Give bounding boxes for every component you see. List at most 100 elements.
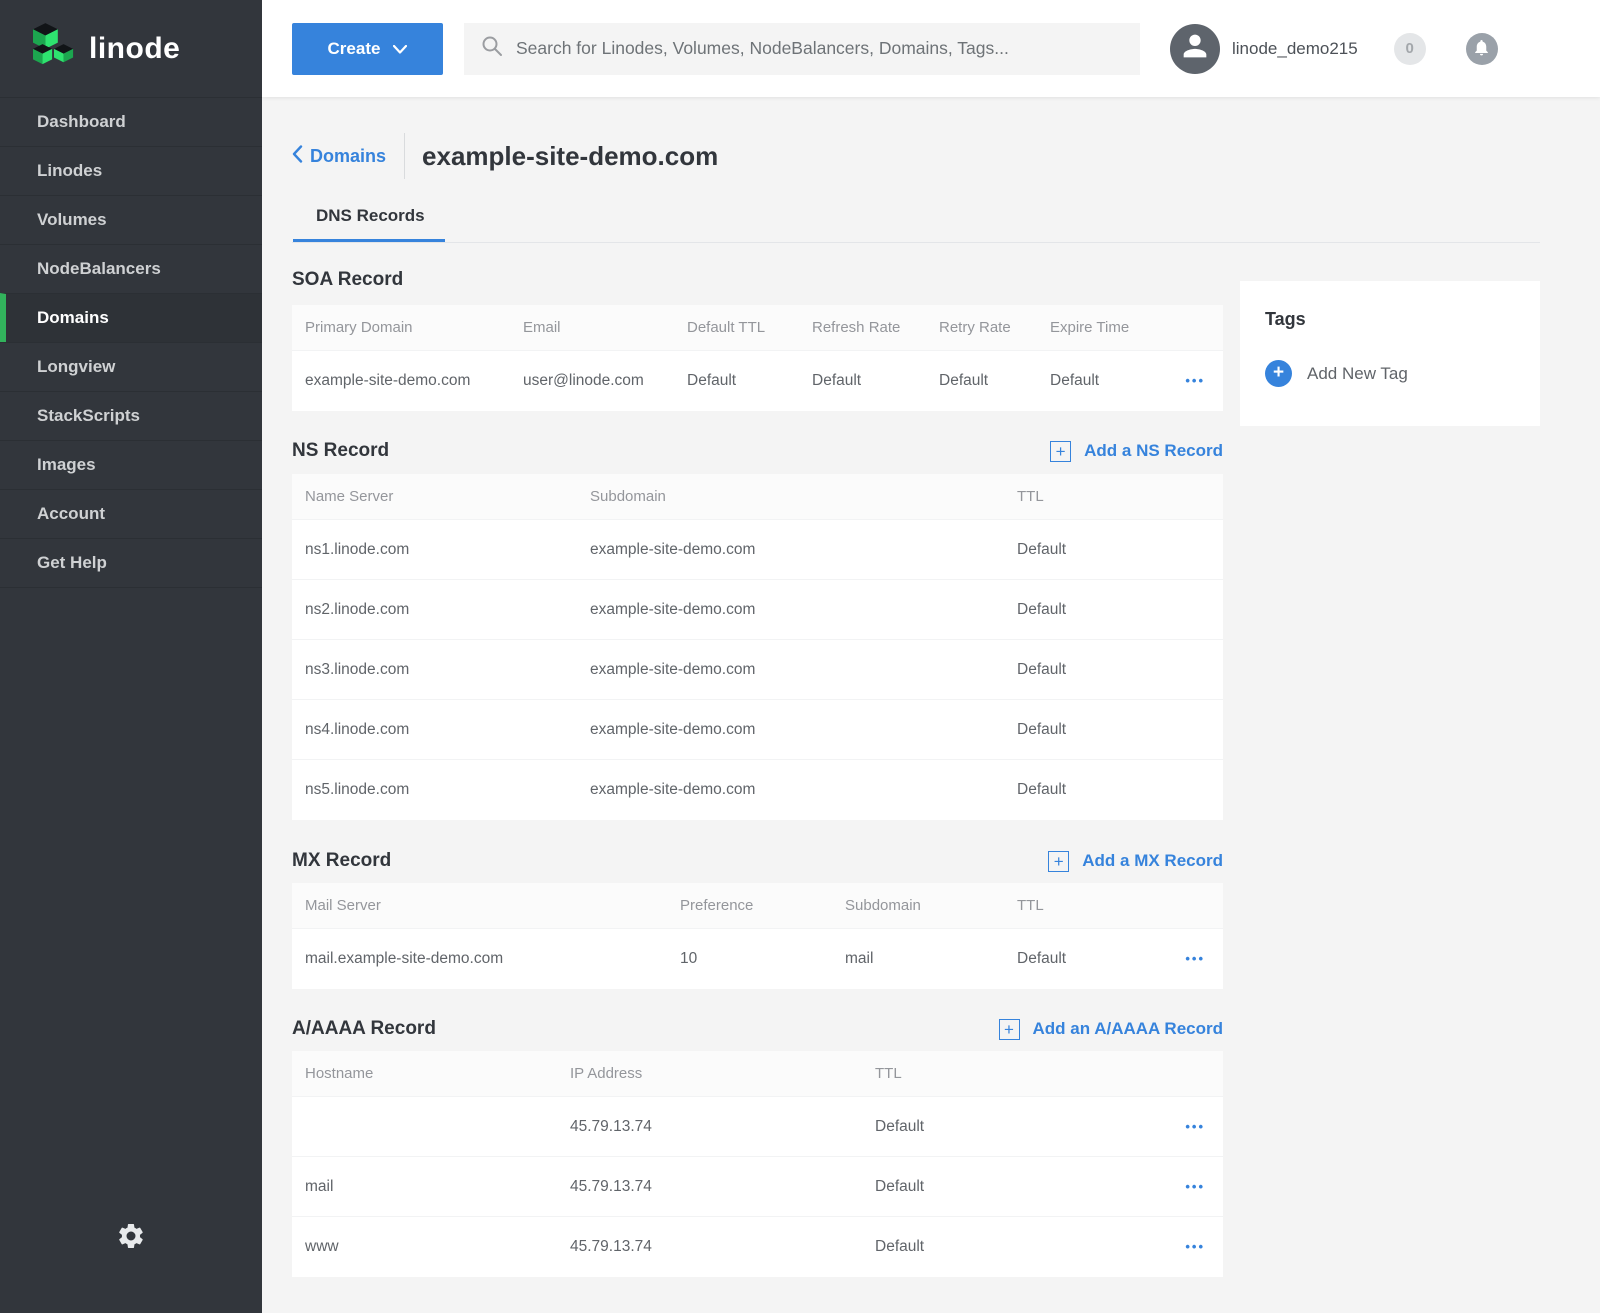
ns-ttl: Default bbox=[1004, 601, 1223, 619]
sidebar-item-dashboard[interactable]: Dashboard bbox=[0, 97, 262, 146]
a-ip-address: 45.79.13.74 bbox=[557, 1118, 862, 1136]
plus-circle-icon: + bbox=[1265, 360, 1292, 387]
search-input[interactable] bbox=[516, 38, 1130, 59]
mx-preference: 10 bbox=[667, 950, 832, 968]
a-ttl: Default bbox=[862, 1118, 1062, 1136]
soa-refresh-rate: Default bbox=[799, 372, 926, 390]
linode-logo[interactable]: linode bbox=[0, 0, 262, 97]
ns-table: Name Server Subdomain TTL ns1.linode.com… bbox=[292, 474, 1223, 820]
tab-dns-records[interactable]: DNS Records bbox=[293, 206, 445, 242]
plus-square-icon: + bbox=[1048, 851, 1069, 872]
sidebar-item-get-help[interactable]: Get Help bbox=[0, 538, 262, 587]
ns-ttl: Default bbox=[1004, 541, 1223, 559]
table-row: ns3.linode.com example-site-demo.com Def… bbox=[292, 640, 1223, 700]
column-header: TTL bbox=[1004, 897, 1144, 914]
username[interactable]: linode_demo215 bbox=[1232, 39, 1358, 59]
ns-subdomain: example-site-demo.com bbox=[577, 601, 1004, 619]
ns-section-header: NS Record + Add a NS Record bbox=[292, 440, 1223, 462]
ellipsis-menu-button[interactable]: ••• bbox=[1185, 373, 1205, 388]
column-header: IP Address bbox=[557, 1065, 862, 1082]
mx-ttl: Default bbox=[1004, 950, 1144, 968]
create-button[interactable]: Create bbox=[292, 23, 443, 75]
sidebar-nav: Dashboard Linodes Volumes NodeBalancers … bbox=[0, 97, 262, 588]
table-row: example-site-demo.com user@linode.com De… bbox=[292, 351, 1223, 411]
ns-ttl: Default bbox=[1004, 661, 1223, 679]
sidebar: linode Dashboard Linodes Volumes NodeBal… bbox=[0, 0, 262, 1313]
breadcrumb-back-link[interactable]: Domains bbox=[292, 145, 386, 168]
table-row: mail 45.79.13.74 Default ••• bbox=[292, 1157, 1223, 1217]
ns-name-server: ns1.linode.com bbox=[292, 541, 577, 559]
column-header: Email bbox=[510, 319, 674, 336]
add-mx-record-button[interactable]: + Add a MX Record bbox=[1048, 851, 1223, 872]
tab-strip: DNS Records bbox=[292, 206, 1540, 243]
a-section-header: A/AAAA Record + Add an A/AAAA Record bbox=[292, 1018, 1223, 1040]
chevron-left-icon bbox=[292, 145, 303, 168]
user-avatar[interactable] bbox=[1170, 24, 1220, 74]
sidebar-item-domains[interactable]: Domains bbox=[0, 293, 262, 342]
gear-icon bbox=[116, 1239, 146, 1254]
column-header: Primary Domain bbox=[292, 319, 510, 336]
column-header: Preference bbox=[667, 897, 832, 914]
soa-expire-time: Default bbox=[1037, 372, 1157, 390]
soa-section-title: SOA Record bbox=[292, 269, 403, 291]
notifications-bell-button[interactable] bbox=[1466, 33, 1498, 65]
sidebar-item-volumes[interactable]: Volumes bbox=[0, 195, 262, 244]
ns-subdomain: example-site-demo.com bbox=[577, 781, 1004, 799]
ns-name-server: ns5.linode.com bbox=[292, 781, 577, 799]
soa-email: user@linode.com bbox=[510, 372, 674, 390]
breadcrumb-back-label: Domains bbox=[310, 146, 386, 167]
table-row: 45.79.13.74 Default ••• bbox=[292, 1097, 1223, 1157]
add-mx-record-label: Add a MX Record bbox=[1082, 851, 1223, 871]
ns-subdomain: example-site-demo.com bbox=[577, 661, 1004, 679]
add-ns-record-button[interactable]: + Add a NS Record bbox=[1050, 441, 1223, 462]
chevron-down-icon bbox=[393, 39, 407, 59]
notification-count-badge[interactable]: 0 bbox=[1394, 33, 1426, 65]
global-search[interactable] bbox=[464, 23, 1140, 75]
table-row: ns5.linode.com example-site-demo.com Def… bbox=[292, 760, 1223, 820]
create-button-label: Create bbox=[328, 39, 381, 59]
column-header: TTL bbox=[1004, 488, 1223, 505]
column-header: Name Server bbox=[292, 488, 577, 505]
column-header: Subdomain bbox=[577, 488, 1004, 505]
ellipsis-menu-button[interactable]: ••• bbox=[1185, 1119, 1205, 1134]
settings-gear-button[interactable] bbox=[110, 1216, 152, 1258]
mx-subdomain: mail bbox=[832, 950, 1004, 968]
sidebar-item-account[interactable]: Account bbox=[0, 489, 262, 538]
soa-section-header: SOA Record bbox=[292, 269, 1223, 291]
soa-table-header: Primary Domain Email Default TTL Refresh… bbox=[292, 305, 1223, 351]
a-table-header: Hostname IP Address TTL bbox=[292, 1051, 1223, 1097]
a-ip-address: 45.79.13.74 bbox=[557, 1238, 862, 1256]
ns-section-title: NS Record bbox=[292, 440, 389, 462]
ns-subdomain: example-site-demo.com bbox=[577, 721, 1004, 739]
mx-section-header: MX Record + Add a MX Record bbox=[292, 850, 1223, 872]
person-icon bbox=[1178, 29, 1212, 68]
plus-square-icon: + bbox=[1050, 441, 1071, 462]
a-hostname: mail bbox=[292, 1178, 557, 1196]
table-row: ns1.linode.com example-site-demo.com Def… bbox=[292, 520, 1223, 580]
column-header: Retry Rate bbox=[926, 319, 1037, 336]
ns-name-server: ns3.linode.com bbox=[292, 661, 577, 679]
add-a-record-button[interactable]: + Add an A/AAAA Record bbox=[999, 1019, 1223, 1040]
add-new-tag-button[interactable]: + Add New Tag bbox=[1265, 360, 1408, 387]
sidebar-item-longview[interactable]: Longview bbox=[0, 342, 262, 391]
plus-square-icon: + bbox=[999, 1019, 1020, 1040]
tags-panel: Tags + Add New Tag bbox=[1240, 281, 1540, 426]
sidebar-item-nodebalancers[interactable]: NodeBalancers bbox=[0, 244, 262, 293]
ellipsis-menu-button[interactable]: ••• bbox=[1185, 1239, 1205, 1254]
ellipsis-menu-button[interactable]: ••• bbox=[1185, 1179, 1205, 1194]
a-ip-address: 45.79.13.74 bbox=[557, 1178, 862, 1196]
page-title: example-site-demo.com bbox=[422, 141, 718, 172]
sidebar-item-linodes[interactable]: Linodes bbox=[0, 146, 262, 195]
ns-subdomain: example-site-demo.com bbox=[577, 541, 1004, 559]
sidebar-item-images[interactable]: Images bbox=[0, 440, 262, 489]
logo-wordmark: linode bbox=[89, 32, 180, 66]
a-hostname: www bbox=[292, 1238, 557, 1256]
mx-table: Mail Server Preference Subdomain TTL mai… bbox=[292, 883, 1223, 989]
tags-column: Tags + Add New Tag bbox=[1240, 243, 1540, 426]
ellipsis-menu-button[interactable]: ••• bbox=[1185, 951, 1205, 966]
sidebar-item-stackscripts[interactable]: StackScripts bbox=[0, 391, 262, 440]
column-header: Refresh Rate bbox=[799, 319, 926, 336]
a-section-title: A/AAAA Record bbox=[292, 1018, 436, 1040]
ns-ttl: Default bbox=[1004, 721, 1223, 739]
search-icon bbox=[480, 34, 504, 63]
